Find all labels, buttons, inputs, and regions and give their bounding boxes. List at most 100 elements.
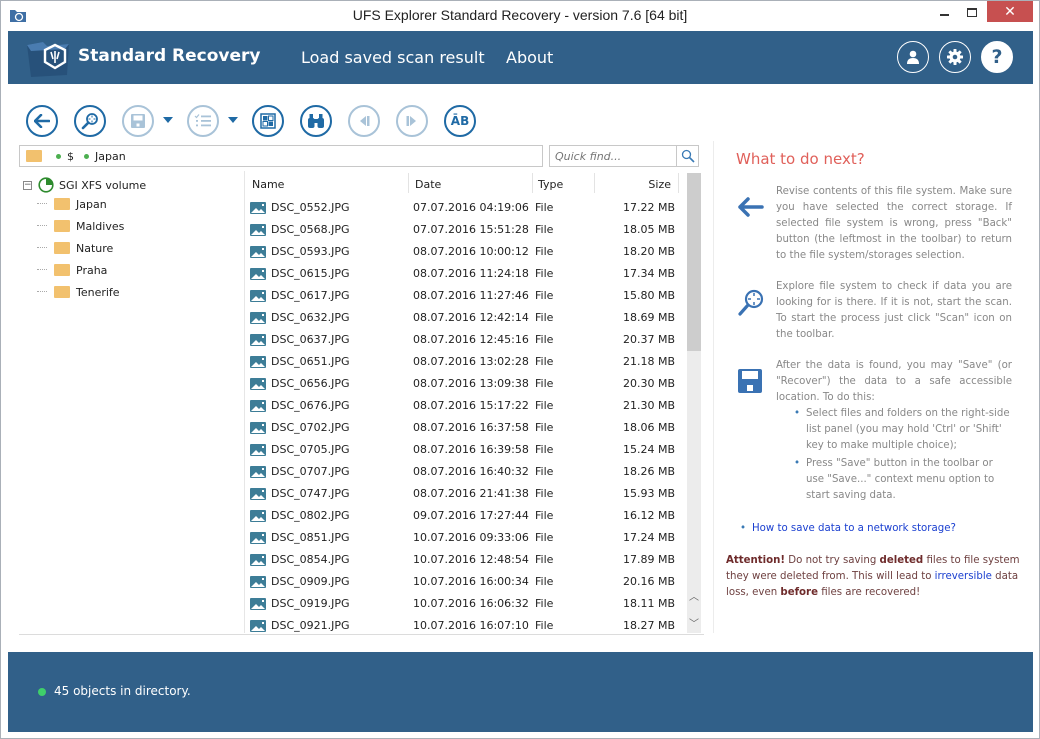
binoculars-icon [308, 114, 324, 128]
image-file-icon [250, 576, 266, 588]
image-file-icon [250, 334, 266, 346]
file-row[interactable]: DSC_0552.JPG 07.07.2016 04:19:06 File 17.22… [245, 197, 685, 219]
irreversible-link[interactable]: irreversible [935, 571, 992, 582]
file-date: 08.07.2016 16:40:32 [413, 465, 529, 478]
text-encoding-button[interactable]: ĀB [444, 105, 476, 137]
file-row[interactable]: DSC_0632.JPG 08.07.2016 12:42:14 File 18.69… [245, 307, 685, 329]
maximize-button[interactable] [957, 1, 987, 23]
file-row[interactable]: DSC_0802.JPG 09.07.2016 17:27:44 File 16.12… [245, 505, 685, 527]
tree-root-volume[interactable]: − SGI XFS volume [23, 177, 146, 193]
search-icon [681, 149, 695, 163]
scroll-down-icon[interactable]: ﹀ [687, 618, 701, 632]
settings-button[interactable] [939, 41, 971, 73]
load-saved-scan-link[interactable]: Load saved scan result [301, 48, 485, 67]
file-date: 10.07.2016 16:06:32 [413, 597, 529, 610]
file-row[interactable]: DSC_0656.JPG 08.07.2016 13:09:38 File 20.30… [245, 373, 685, 395]
file-size: 20.30 MB [622, 377, 675, 390]
view-button[interactable] [252, 105, 284, 137]
file-size: 17.22 MB [622, 201, 675, 214]
file-type: File [535, 399, 554, 412]
column-separator[interactable] [678, 173, 679, 193]
file-name: DSC_0637.JPG [271, 333, 350, 346]
file-row[interactable]: DSC_0702.JPG 08.07.2016 16:37:58 File 18.06… [245, 417, 685, 439]
account-button[interactable] [897, 41, 929, 73]
help-button[interactable]: ? [981, 41, 1013, 73]
prev-icon [360, 116, 370, 126]
collapse-icon[interactable]: − [23, 180, 32, 190]
path-segment-current[interactable]: Japan [95, 150, 126, 163]
column-separator[interactable] [594, 173, 595, 193]
image-file-icon [250, 290, 266, 302]
file-size: 15.80 MB [622, 289, 675, 302]
file-row[interactable]: DSC_0747.JPG 08.07.2016 21:41:38 File 15.93… [245, 483, 685, 505]
help-bullet: Select files and folders on the right-si… [794, 406, 1012, 454]
next-button[interactable] [396, 105, 428, 137]
tree-item-japan[interactable]: Japan [37, 193, 239, 215]
about-link[interactable]: About [506, 48, 553, 67]
selection-button[interactable] [187, 105, 219, 137]
file-row[interactable]: DSC_0909.JPG 10.07.2016 16:00:34 File 20.16… [245, 571, 685, 593]
file-size: 21.30 MB [622, 399, 675, 412]
volume-icon [38, 177, 54, 193]
scroll-up-icon[interactable]: ︿ [687, 591, 701, 605]
column-header-size[interactable]: Size [648, 178, 671, 191]
file-name: DSC_0617.JPG [271, 289, 350, 302]
quick-find-input[interactable] [549, 145, 677, 167]
tree-item-maldives[interactable]: Maldives [37, 215, 239, 237]
file-row[interactable]: DSC_0651.JPG 08.07.2016 13:02:28 File 21.18… [245, 351, 685, 373]
file-row[interactable]: DSC_0593.JPG 08.07.2016 10:00:12 File 18.20… [245, 241, 685, 263]
file-name: DSC_0919.JPG [271, 597, 350, 610]
file-name: DSC_0615.JPG [271, 267, 350, 280]
folder-icon [54, 220, 70, 232]
file-row[interactable]: DSC_0854.JPG 10.07.2016 12:48:54 File 17.89… [245, 549, 685, 571]
image-file-icon [250, 312, 266, 324]
save-dropdown-arrow[interactable] [163, 117, 173, 123]
file-size: 20.16 MB [622, 575, 675, 588]
tree-connector [37, 203, 47, 204]
file-row[interactable]: DSC_0615.JPG 08.07.2016 11:24:18 File 17.34… [245, 263, 685, 285]
column-separator[interactable] [408, 173, 409, 193]
file-row[interactable]: DSC_0568.JPG 07.07.2016 15:51:28 File 18.05… [245, 219, 685, 241]
column-header-date[interactable]: Date [415, 178, 441, 191]
file-row[interactable]: DSC_0705.JPG 08.07.2016 16:39:58 File 15.24… [245, 439, 685, 461]
brand-name: Standard Recovery [78, 46, 261, 66]
attention-label: Attention! [726, 555, 786, 566]
scrollbar-thumb[interactable] [687, 173, 701, 351]
network-storage-help-link[interactable]: How to save data to a network storage? [740, 523, 956, 534]
path-segment-root[interactable]: $ [67, 150, 74, 163]
column-separator[interactable] [532, 173, 533, 193]
path-breadcrumb[interactable]: $ Japan [19, 145, 543, 167]
folder-icon [54, 242, 70, 254]
file-name: DSC_0921.JPG [271, 619, 350, 632]
find-button[interactable] [300, 105, 332, 137]
save-button[interactable] [122, 105, 154, 137]
file-row[interactable]: DSC_0637.JPG 08.07.2016 12:45:16 File 20.37… [245, 329, 685, 351]
back-button[interactable] [26, 105, 58, 137]
file-list-scrollbar[interactable]: ︿ ﹀ [687, 173, 701, 633]
image-file-icon [250, 400, 266, 412]
close-button[interactable]: ✕ [987, 1, 1033, 22]
minimize-button[interactable] [929, 1, 959, 23]
maximize-icon [967, 7, 977, 17]
file-type: File [535, 245, 554, 258]
column-header-type[interactable]: Type [538, 178, 563, 191]
file-row[interactable]: DSC_0919.JPG 10.07.2016 16:06:32 File 18.11… [245, 593, 685, 615]
image-file-icon [250, 422, 266, 434]
tree-item-praha[interactable]: Praha [37, 259, 239, 281]
quick-find-button[interactable] [677, 145, 699, 167]
tree-item-nature[interactable]: Nature [37, 237, 239, 259]
file-row[interactable]: DSC_0676.JPG 08.07.2016 15:17:22 File 21.30… [245, 395, 685, 417]
selection-dropdown-arrow[interactable] [228, 117, 238, 123]
tree-item-tenerife[interactable]: Tenerife [37, 281, 239, 303]
file-name: DSC_0851.JPG [271, 531, 350, 544]
scan-button[interactable] [74, 105, 106, 137]
image-file-icon [250, 378, 266, 390]
brand-logo-icon [27, 42, 69, 77]
column-header-name[interactable]: Name [252, 178, 284, 191]
file-row[interactable]: DSC_0851.JPG 10.07.2016 09:33:06 File 17.24… [245, 527, 685, 549]
image-file-icon [250, 532, 266, 544]
file-row[interactable]: DSC_0707.JPG 08.07.2016 16:40:32 File 18.26… [245, 461, 685, 483]
previous-button[interactable] [348, 105, 380, 137]
close-icon: ✕ [1004, 3, 1016, 20]
file-row[interactable]: DSC_0617.JPG 08.07.2016 11:27:46 File 15.80… [245, 285, 685, 307]
